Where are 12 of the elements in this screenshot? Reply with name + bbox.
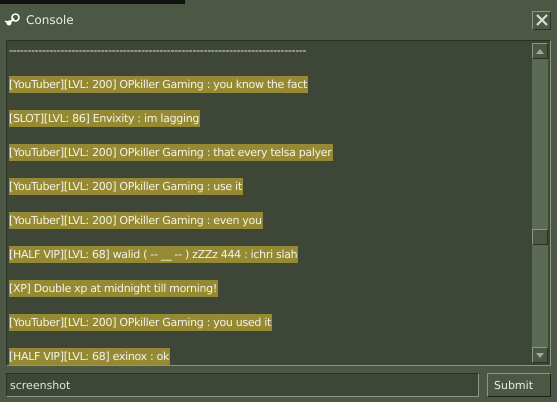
- submit-button[interactable]: Submit: [487, 373, 551, 397]
- console-line: ---------------------------------------------------------------------------------: [9, 43, 308, 59]
- close-icon: [536, 14, 548, 26]
- down-arrow-icon: [536, 352, 544, 358]
- scrollbar-thumb[interactable]: [532, 229, 548, 245]
- command-input[interactable]: screenshot: [6, 373, 479, 397]
- window-title: Console: [26, 13, 74, 27]
- scrollbar[interactable]: [532, 43, 548, 363]
- up-arrow-icon: [536, 48, 544, 54]
- close-button[interactable]: [532, 10, 551, 30]
- scroll-down-button[interactable]: [532, 347, 548, 363]
- scroll-up-button[interactable]: [532, 43, 548, 59]
